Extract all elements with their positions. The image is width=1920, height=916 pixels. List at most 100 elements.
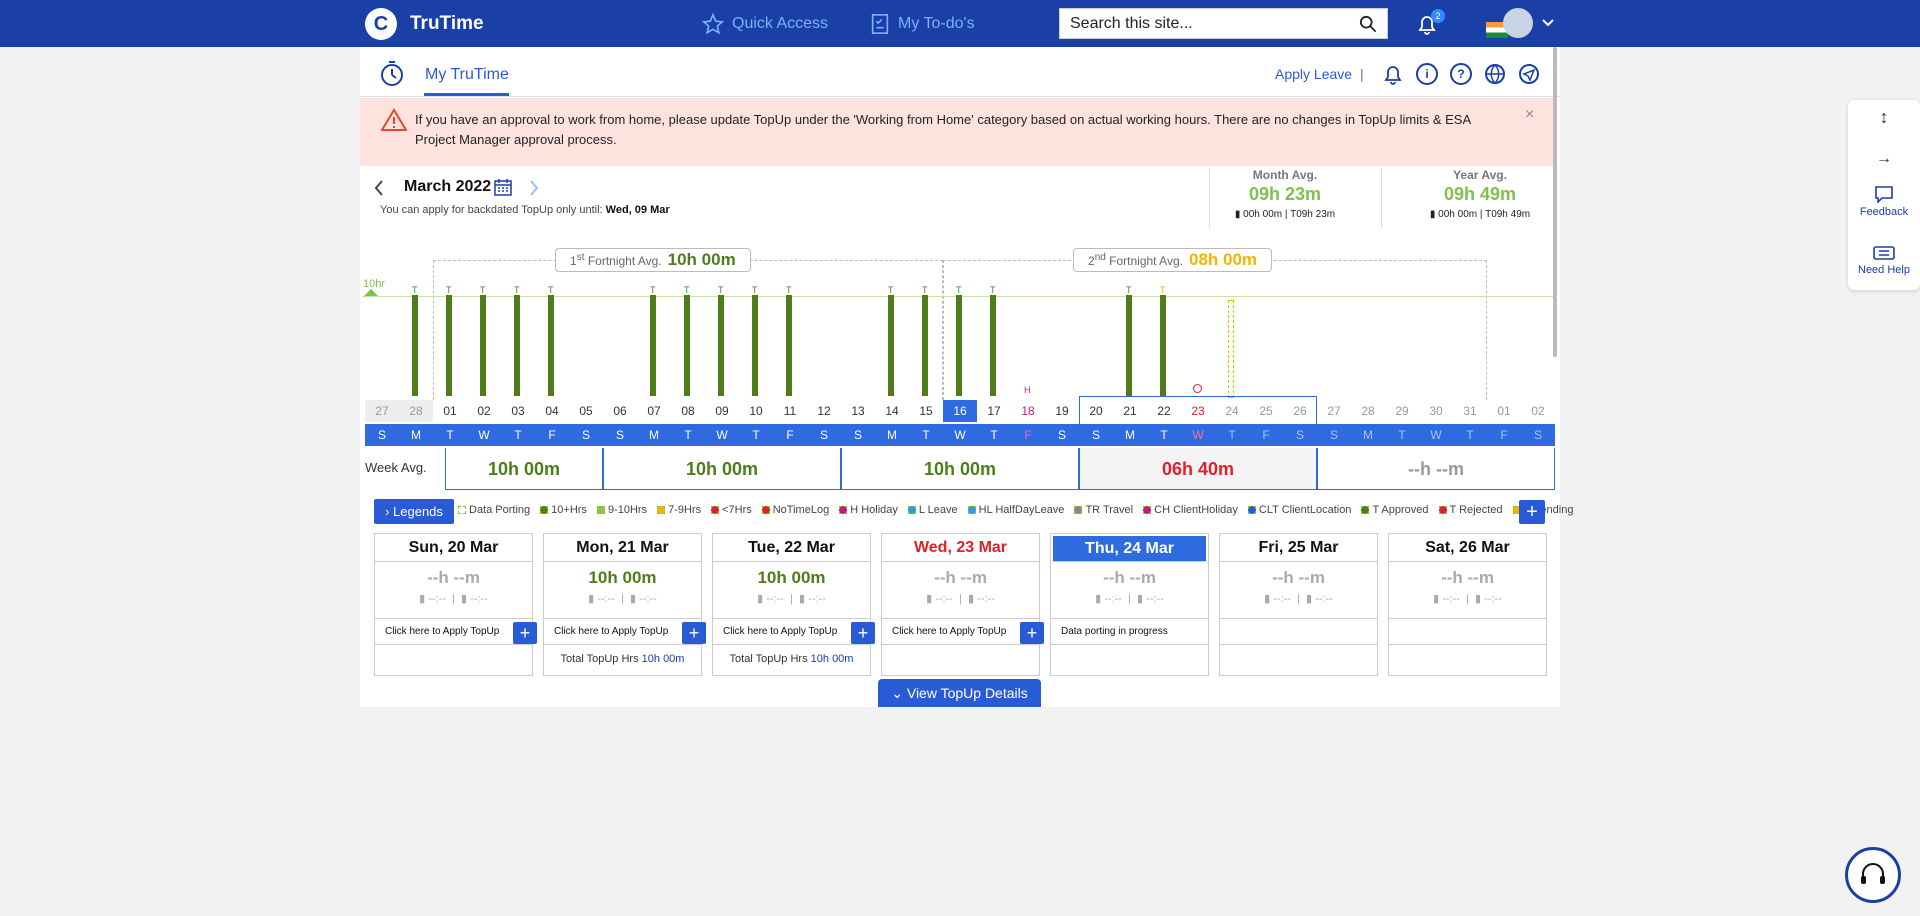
expand-icon[interactable]: ↕ [1848,107,1920,128]
day-number[interactable]: 07 [637,400,671,422]
day-hours-bar[interactable] [650,295,656,396]
day-number[interactable]: 05 [569,400,603,422]
day-of-week: S [581,428,590,442]
send-icon[interactable] [1518,63,1540,85]
day-hours-bar[interactable] [514,295,520,396]
search-icon[interactable] [1359,15,1377,33]
info-icon[interactable]: i [1416,63,1438,85]
day-hours-bar[interactable] [990,295,996,396]
tab-my-trutime[interactable]: My TruTime [425,66,509,84]
day-card[interactable]: Mon, 21 Mar 10h 00m ▮ --:-- | ▮ --:-- Click… [543,533,706,676]
day-number[interactable]: 27 [1317,400,1351,422]
week-avg-label: Week Avg. [365,460,427,475]
close-icon[interactable]: × [1525,106,1534,124]
day-number[interactable]: 03 [501,400,535,422]
card-action[interactable]: Click here to Apply TopUp [375,618,532,645]
chevron-left-icon[interactable] [374,180,384,196]
help-icon[interactable]: ? [1450,63,1472,85]
day-number[interactable]: 28 [1351,400,1385,422]
day-card[interactable]: Tue, 22 Mar 10h 00m ▮ --:-- | ▮ --:-- Click… [712,533,875,676]
card-apply-topup-button[interactable]: + [851,622,875,644]
quick-access-link[interactable]: Quick Access [702,13,828,35]
day-number[interactable]: 19 [1045,400,1079,422]
legend-label: 7-9Hrs [668,504,702,516]
day-card[interactable]: Thu, 24 Mar --h --m ▮ --:-- | ▮ --:-- Data … [1050,533,1209,676]
add-topup-button[interactable]: + [1519,500,1545,524]
day-hours-bar[interactable] [1160,295,1166,396]
day-hours-bar[interactable] [922,295,928,396]
legend-item: HL HalfDayLeave [967,504,1064,516]
day-number[interactable]: 14 [875,400,909,422]
day-number[interactable]: 02 [1521,400,1555,422]
holiday-mark: H [1024,385,1031,395]
my-todos-link[interactable]: My To-do's [870,13,975,35]
card-date: Mon, 21 Mar [544,534,701,562]
card-apply-topup-button[interactable]: + [513,622,537,644]
day-hours-bar[interactable] [888,295,894,396]
card-in-time: --:-- [766,593,784,605]
brand-name[interactable]: TruTime [410,13,484,35]
view-topup-details-button[interactable]: ⌄ View TopUp Details [878,679,1041,707]
day-number[interactable]: 31 [1453,400,1487,422]
day-number[interactable]: 10 [739,400,773,422]
day-card[interactable]: Sat, 26 Mar --h --m ▮ --:-- | ▮ --:-- [1388,533,1547,676]
legends-button[interactable]: › Legends [374,499,454,524]
approval-mark: T [514,285,520,295]
day-number[interactable]: 17 [977,400,1011,422]
day-hours-bar[interactable] [412,295,418,396]
day-number[interactable]: 09 [705,400,739,422]
need-help-button[interactable]: Need Help [1848,245,1920,276]
day-number[interactable]: 18 [1011,400,1045,422]
day-hours-bar[interactable] [480,295,486,396]
chevron-down-icon[interactable] [1542,19,1554,27]
chevron-right-icon[interactable] [529,180,539,196]
apply-leave-link[interactable]: Apply Leave [1275,66,1352,82]
day-number[interactable]: 01 [433,400,467,422]
day-number[interactable]: 29 [1385,400,1419,422]
site-search[interactable] [1059,8,1388,39]
day-number[interactable]: 30 [1419,400,1453,422]
card-action[interactable]: Click here to Apply TopUp [544,618,701,645]
day-number[interactable]: 27 [365,400,399,422]
day-number[interactable]: 15 [909,400,943,422]
day-hours-bar[interactable] [956,295,962,396]
day-hours-bar[interactable] [1126,295,1132,396]
card-action[interactable]: Click here to Apply TopUp [882,618,1039,645]
day-number[interactable]: 16 [943,400,977,422]
calendar-icon[interactable] [494,178,512,196]
sub-header [360,47,1560,97]
card-action[interactable]: Click here to Apply TopUp [713,618,870,645]
day-number[interactable]: 04 [535,400,569,422]
feedback-button[interactable]: Feedback [1848,185,1920,218]
legend-label: T Rejected [1449,504,1503,516]
day-card[interactable]: Fri, 25 Mar --h --m ▮ --:-- | ▮ --:-- [1219,533,1378,676]
day-hours-bar[interactable] [446,295,452,396]
support-chat-button[interactable] [1845,847,1901,903]
trutime-logo[interactable]: C [365,8,397,40]
card-in-time: --:-- [935,593,953,605]
day-hours-bar[interactable] [548,295,554,396]
day-hours-bar[interactable] [684,295,690,396]
day-number[interactable]: 28 [399,400,433,422]
day-hours-bar[interactable] [718,295,724,396]
day-number[interactable]: 01 [1487,400,1521,422]
day-card[interactable]: Wed, 23 Mar --h --m ▮ --:-- | ▮ --:-- Click… [881,533,1044,676]
day-number[interactable]: 08 [671,400,705,422]
card-apply-topup-button[interactable]: + [1020,622,1044,644]
day-number[interactable]: 02 [467,400,501,422]
scrollbar[interactable] [1553,47,1557,357]
day-hours-bar[interactable] [752,295,758,396]
day-number[interactable]: 12 [807,400,841,422]
globe-icon[interactable] [1484,63,1506,85]
day-number[interactable]: 11 [773,400,807,422]
day-hours-bar[interactable] [786,295,792,396]
card-apply-topup-button[interactable]: + [682,622,706,644]
month-avg-value: 09h 23m [1248,184,1322,204]
day-number[interactable]: 13 [841,400,875,422]
user-avatar[interactable] [1503,8,1533,38]
bell-icon[interactable] [1382,64,1404,86]
day-card[interactable]: Sun, 20 Mar --h --m ▮ --:-- | ▮ --:-- Click… [374,533,537,676]
arrow-right-icon[interactable]: → [1848,150,1920,168]
search-input[interactable] [1070,14,1359,33]
day-number[interactable]: 06 [603,400,637,422]
